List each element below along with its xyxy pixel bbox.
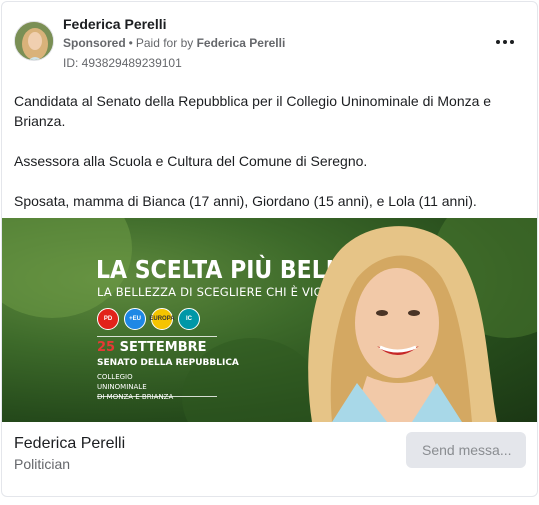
- ad-card: Federica Perelli Sponsored • Paid for by F…: [1, 1, 538, 497]
- footer-page-name[interactable]: Federica Perelli: [14, 435, 125, 453]
- college-line: COLLEGIO UNINOMINALE: [97, 373, 147, 391]
- party-logo-icon: PD: [97, 308, 119, 330]
- paid-for-name[interactable]: Federica Perelli: [197, 36, 286, 50]
- more-horizontal-icon: [496, 40, 500, 44]
- more-dot: [503, 40, 507, 44]
- page-name-link[interactable]: Federica Perelli: [63, 16, 167, 32]
- party-logos: PD +EU EUROPA IC: [97, 308, 200, 330]
- avatar-portrait-icon: [15, 22, 53, 60]
- date-month: SETTEMBRE: [119, 340, 207, 355]
- paragraph: Assessora alla Scuola e Cultura del Comu…: [14, 153, 368, 169]
- candidate-portrait: [308, 226, 497, 422]
- ad-creative-image[interactable]: LA SCELTA PIÙ BELLA LA BELLEZZA DI SCEGL…: [2, 218, 537, 422]
- ad-body-text: Candidata al Senato della Repubblica per…: [14, 91, 519, 231]
- college-line: DI MONZA E BRIANZA: [97, 393, 174, 401]
- paragraph: Sposata, mamma di Bianca (17 anni), Gior…: [14, 193, 477, 209]
- college-label: COLLEGIO UNINOMINALE DI MONZA E BRIANZA: [97, 372, 177, 402]
- party-logo-icon: IC: [178, 308, 200, 330]
- divider: [97, 336, 217, 337]
- avatar[interactable]: [14, 21, 54, 61]
- election-date: 25 SETTEMBRE: [97, 340, 207, 355]
- more-dot: [510, 40, 514, 44]
- ad-id: ID: 493829489239101: [63, 56, 182, 70]
- sponsored-label: Sponsored: [63, 36, 126, 50]
- separator-dot: •: [128, 36, 133, 50]
- party-logo-icon: +EU: [124, 308, 146, 330]
- ad-footer: Federica Perelli Politician Send messa..…: [2, 422, 537, 496]
- divider: [97, 396, 217, 397]
- party-logo-icon: EUROPA: [149, 308, 175, 330]
- senate-label: SENATO DELLA REPUBBLICA: [97, 358, 239, 368]
- footer-category: Politician: [14, 456, 71, 472]
- send-message-button[interactable]: Send messa...: [406, 432, 526, 468]
- paid-for-prefix: Paid for by: [135, 36, 194, 50]
- sponsored-line: Sponsored • Paid for by Federica Perelli: [63, 36, 285, 50]
- date-number: 25: [97, 340, 116, 355]
- paragraph: Candidata al Senato della Repubblica per…: [14, 93, 492, 129]
- more-options-button[interactable]: [493, 32, 517, 52]
- ad-header: Federica Perelli Sponsored • Paid for by F…: [2, 2, 537, 78]
